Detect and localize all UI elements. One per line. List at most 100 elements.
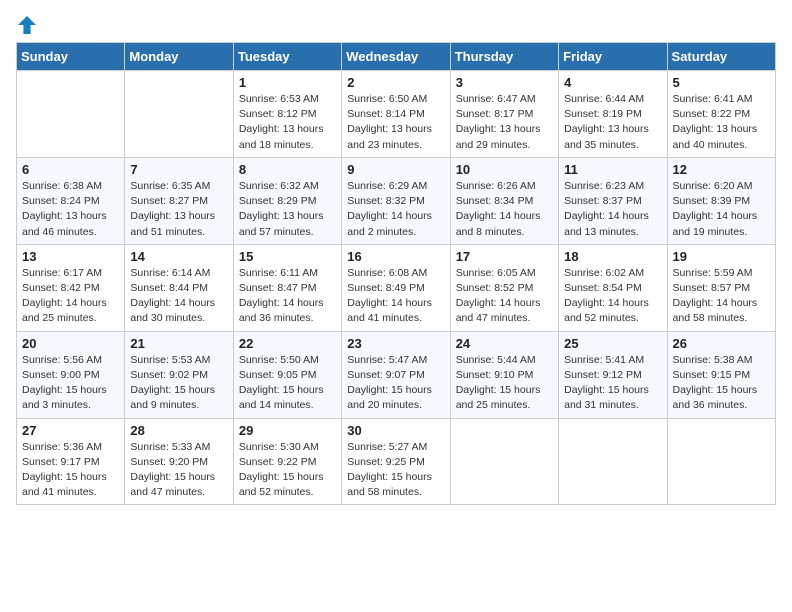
calendar-cell: 18 Sunrise: 6:02 AM Sunset: 8:54 PM Dayli… [559, 244, 667, 331]
day-number: 8 [239, 162, 336, 177]
day-number: 12 [673, 162, 770, 177]
calendar-cell: 21 Sunrise: 5:53 AM Sunset: 9:02 PM Dayli… [125, 331, 233, 418]
day-info: Sunrise: 5:47 AM Sunset: 9:07 PM Dayligh… [347, 353, 444, 414]
day-number: 28 [130, 423, 227, 438]
day-number: 25 [564, 336, 661, 351]
day-number: 26 [673, 336, 770, 351]
day-number: 3 [456, 75, 553, 90]
weekday-header-friday: Friday [559, 43, 667, 71]
calendar-week-row: 20 Sunrise: 5:56 AM Sunset: 9:00 PM Dayli… [17, 331, 776, 418]
calendar-week-row: 27 Sunrise: 5:36 AM Sunset: 9:17 PM Dayli… [17, 418, 776, 505]
calendar-cell: 9Sunrise: 6:29 AM Sunset: 8:32 PM Daylig… [342, 157, 450, 244]
day-number: 29 [239, 423, 336, 438]
calendar-week-row: 1 Sunrise: 6:53 AM Sunset: 8:12 PM Daylig… [17, 71, 776, 158]
day-number: 18 [564, 249, 661, 264]
day-info: Sunrise: 6:47 AM Sunset: 8:17 PM Dayligh… [456, 92, 553, 153]
calendar-cell: 20 Sunrise: 5:56 AM Sunset: 9:00 PM Dayli… [17, 331, 125, 418]
calendar-cell: 1 Sunrise: 6:53 AM Sunset: 8:12 PM Daylig… [233, 71, 341, 158]
calendar-cell: 29 Sunrise: 5:30 AM Sunset: 9:22 PM Dayli… [233, 418, 341, 505]
day-number: 30 [347, 423, 444, 438]
day-info: Sunrise: 5:53 AM Sunset: 9:02 PM Dayligh… [130, 353, 227, 414]
calendar-cell [450, 418, 558, 505]
calendar-cell: 16Sunrise: 6:08 AM Sunset: 8:49 PM Dayli… [342, 244, 450, 331]
day-number: 1 [239, 75, 336, 90]
calendar-cell: 14Sunrise: 6:14 AM Sunset: 8:44 PM Dayli… [125, 244, 233, 331]
weekday-header-saturday: Saturday [667, 43, 775, 71]
calendar-cell [559, 418, 667, 505]
day-info: Sunrise: 6:53 AM Sunset: 8:12 PM Dayligh… [239, 92, 336, 153]
weekday-header-sunday: Sunday [17, 43, 125, 71]
day-info: Sunrise: 6:17 AM Sunset: 8:42 PM Dayligh… [22, 266, 119, 327]
calendar-cell: 23 Sunrise: 5:47 AM Sunset: 9:07 PM Dayli… [342, 331, 450, 418]
day-info: Sunrise: 5:41 AM Sunset: 9:12 PM Dayligh… [564, 353, 661, 414]
calendar-cell: 10 Sunrise: 6:26 AM Sunset: 8:34 PM Dayli… [450, 157, 558, 244]
day-info: Sunrise: 6:50 AM Sunset: 8:14 PM Dayligh… [347, 92, 444, 153]
day-number: 15 [239, 249, 336, 264]
day-number: 24 [456, 336, 553, 351]
calendar-cell: 7 Sunrise: 6:35 AM Sunset: 8:27 PM Daylig… [125, 157, 233, 244]
day-info: Sunrise: 6:32 AM Sunset: 8:29 PM Dayligh… [239, 179, 336, 240]
calendar-cell: 4 Sunrise: 6:44 AM Sunset: 8:19 PM Daylig… [559, 71, 667, 158]
day-number: 22 [239, 336, 336, 351]
day-info: Sunrise: 6:41 AM Sunset: 8:22 PM Dayligh… [673, 92, 770, 153]
day-number: 2 [347, 75, 444, 90]
calendar-cell: 24 Sunrise: 5:44 AM Sunset: 9:10 PM Dayli… [450, 331, 558, 418]
calendar-cell [17, 71, 125, 158]
calendar-cell: 26 Sunrise: 5:38 AM Sunset: 9:15 PM Dayli… [667, 331, 775, 418]
calendar-cell: 22 Sunrise: 5:50 AM Sunset: 9:05 PM Dayli… [233, 331, 341, 418]
calendar-cell [125, 71, 233, 158]
day-info: Sunrise: 5:36 AM Sunset: 9:17 PM Dayligh… [22, 440, 119, 501]
day-number: 11 [564, 162, 661, 177]
day-info: Sunrise: 6:44 AM Sunset: 8:19 PM Dayligh… [564, 92, 661, 153]
day-number: 20 [22, 336, 119, 351]
day-info: Sunrise: 5:30 AM Sunset: 9:22 PM Dayligh… [239, 440, 336, 501]
day-info: Sunrise: 5:44 AM Sunset: 9:10 PM Dayligh… [456, 353, 553, 414]
day-info: Sunrise: 6:05 AM Sunset: 8:52 PM Dayligh… [456, 266, 553, 327]
calendar-cell: 12Sunrise: 6:20 AM Sunset: 8:39 PM Dayli… [667, 157, 775, 244]
day-number: 10 [456, 162, 553, 177]
day-number: 4 [564, 75, 661, 90]
calendar-cell: 13 Sunrise: 6:17 AM Sunset: 8:42 PM Dayli… [17, 244, 125, 331]
day-info: Sunrise: 6:14 AM Sunset: 8:44 PM Dayligh… [130, 266, 227, 327]
day-info: Sunrise: 6:38 AM Sunset: 8:24 PM Dayligh… [22, 179, 119, 240]
day-number: 21 [130, 336, 227, 351]
day-info: Sunrise: 5:27 AM Sunset: 9:25 PM Dayligh… [347, 440, 444, 501]
logo [16, 16, 36, 30]
day-info: Sunrise: 6:02 AM Sunset: 8:54 PM Dayligh… [564, 266, 661, 327]
calendar-cell: 3 Sunrise: 6:47 AM Sunset: 8:17 PM Daylig… [450, 71, 558, 158]
day-info: Sunrise: 6:11 AM Sunset: 8:47 PM Dayligh… [239, 266, 336, 327]
day-number: 7 [130, 162, 227, 177]
day-info: Sunrise: 6:23 AM Sunset: 8:37 PM Dayligh… [564, 179, 661, 240]
weekday-header-wednesday: Wednesday [342, 43, 450, 71]
calendar-cell [667, 418, 775, 505]
day-info: Sunrise: 6:35 AM Sunset: 8:27 PM Dayligh… [130, 179, 227, 240]
calendar-cell: 30 Sunrise: 5:27 AM Sunset: 9:25 PM Dayli… [342, 418, 450, 505]
day-info: Sunrise: 5:50 AM Sunset: 9:05 PM Dayligh… [239, 353, 336, 414]
calendar-week-row: 6Sunrise: 6:38 AM Sunset: 8:24 PM Daylig… [17, 157, 776, 244]
page-header [16, 16, 776, 30]
calendar-cell: 15 Sunrise: 6:11 AM Sunset: 8:47 PM Dayli… [233, 244, 341, 331]
day-number: 23 [347, 336, 444, 351]
calendar-cell: 2 Sunrise: 6:50 AM Sunset: 8:14 PM Daylig… [342, 71, 450, 158]
calendar-cell: 6Sunrise: 6:38 AM Sunset: 8:24 PM Daylig… [17, 157, 125, 244]
calendar-cell: 25 Sunrise: 5:41 AM Sunset: 9:12 PM Dayli… [559, 331, 667, 418]
day-info: Sunrise: 5:33 AM Sunset: 9:20 PM Dayligh… [130, 440, 227, 501]
day-info: Sunrise: 5:38 AM Sunset: 9:15 PM Dayligh… [673, 353, 770, 414]
calendar-cell: 27 Sunrise: 5:36 AM Sunset: 9:17 PM Dayli… [17, 418, 125, 505]
day-number: 13 [22, 249, 119, 264]
calendar-cell: 28 Sunrise: 5:33 AM Sunset: 9:20 PM Dayli… [125, 418, 233, 505]
day-info: Sunrise: 6:26 AM Sunset: 8:34 PM Dayligh… [456, 179, 553, 240]
calendar-cell: 19Sunrise: 5:59 AM Sunset: 8:57 PM Dayli… [667, 244, 775, 331]
calendar-cell: 17 Sunrise: 6:05 AM Sunset: 8:52 PM Dayli… [450, 244, 558, 331]
weekday-header-monday: Monday [125, 43, 233, 71]
day-number: 27 [22, 423, 119, 438]
day-info: Sunrise: 5:56 AM Sunset: 9:00 PM Dayligh… [22, 353, 119, 414]
weekday-header-row: SundayMondayTuesdayWednesdayThursdayFrid… [17, 43, 776, 71]
logo-icon [18, 16, 36, 34]
day-number: 17 [456, 249, 553, 264]
weekday-header-tuesday: Tuesday [233, 43, 341, 71]
day-info: Sunrise: 5:59 AM Sunset: 8:57 PM Dayligh… [673, 266, 770, 327]
calendar-cell: 8 Sunrise: 6:32 AM Sunset: 8:29 PM Daylig… [233, 157, 341, 244]
calendar-week-row: 13 Sunrise: 6:17 AM Sunset: 8:42 PM Dayli… [17, 244, 776, 331]
calendar-table: SundayMondayTuesdayWednesdayThursdayFrid… [16, 42, 776, 505]
